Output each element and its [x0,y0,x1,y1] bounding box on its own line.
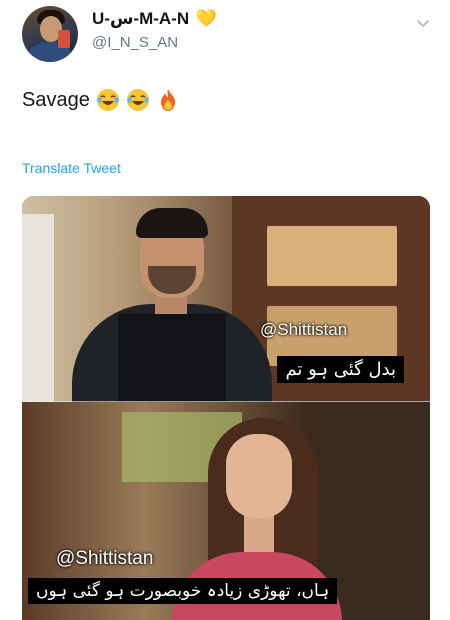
tweet-media-image[interactable]: @Shittistan بدل گئی ہو تم @Shittistan ہا… [22,196,430,620]
tweet-text-content: Savage [22,88,90,111]
fire-emoji-icon [160,89,175,111]
yellow-heart-icon: 💛 [195,9,218,28]
subtitle-top: بدل گئی ہو تم [277,356,404,384]
watermark-bottom: @Shittistan [56,548,154,569]
tweet-text: Savage [22,88,180,112]
meme-panel-top: @Shittistan بدل گئی ہو تم [22,196,430,402]
subtitle-bottom: ہاں، تھوڑی زیادہ خوبصورت ہو گئی ہوں [28,578,338,605]
avatar[interactable] [22,6,78,62]
display-name-text: U-س-M-A-N [92,9,190,28]
translate-tweet-link[interactable]: Translate Tweet [22,160,121,176]
tweet-card: U-س-M-A-N 💛 @I_N_S_AN Savage Translate T… [0,0,450,620]
chevron-down-icon[interactable] [414,14,432,32]
display-name[interactable]: U-س-M-A-N 💛 [92,9,217,29]
laughing-tears-emoji-icon [96,89,119,111]
meme-panel-bottom: @Shittistan ہاں، تھوڑی زیادہ خوبصورت ہو … [22,402,430,620]
laughing-tears-emoji-icon [126,89,149,111]
user-handle[interactable]: @I_N_S_AN [92,34,178,51]
watermark-top: @Shittistan [260,320,348,339]
